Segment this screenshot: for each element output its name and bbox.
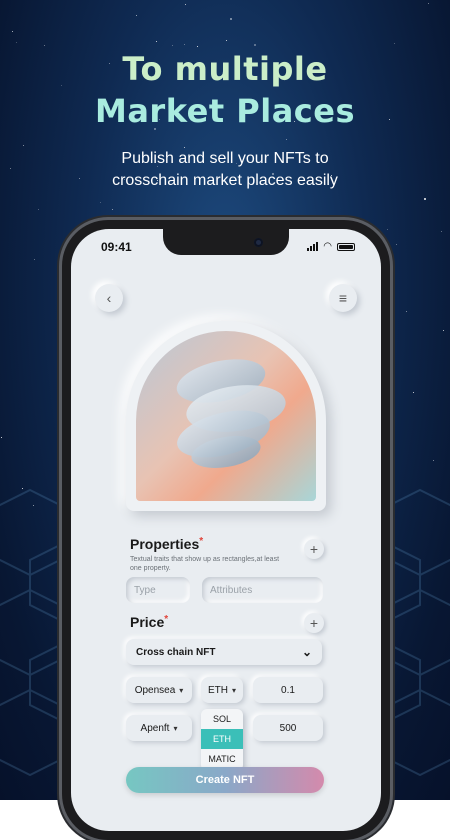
star xyxy=(184,44,185,45)
star xyxy=(172,45,173,46)
star xyxy=(197,46,198,47)
camera-icon xyxy=(254,238,263,247)
subtitle-line-1: Publish and sell your NFTs to xyxy=(121,150,329,167)
wifi-icon: ◠ xyxy=(323,241,332,252)
add-property-button[interactable]: + xyxy=(304,539,324,559)
plus-icon: + xyxy=(309,541,319,557)
star xyxy=(1,437,2,438)
back-button[interactable]: ‹ xyxy=(95,284,123,312)
property-type-input[interactable]: Type xyxy=(126,577,190,603)
currency-select-row-1[interactable]: ETH ▾ xyxy=(201,677,243,703)
star xyxy=(254,44,256,46)
star xyxy=(433,460,434,461)
caret-down-icon: ▾ xyxy=(231,685,236,695)
star xyxy=(112,209,113,210)
create-nft-button[interactable]: Create NFT xyxy=(126,767,324,793)
star xyxy=(428,3,429,4)
nft-artwork-frame[interactable] xyxy=(126,321,326,511)
property-attributes-input[interactable]: Attributes xyxy=(202,577,323,603)
currency-value: ETH xyxy=(207,684,228,696)
star xyxy=(230,18,232,20)
star xyxy=(23,145,24,146)
chevron-left-icon: ‹ xyxy=(106,290,112,306)
price-label: Price xyxy=(130,614,165,630)
chevron-down-icon: ⌄ xyxy=(301,645,312,659)
add-price-button[interactable]: + xyxy=(304,613,324,633)
subtitle: Publish and sell your NFTs to crosschain… xyxy=(0,148,450,192)
status-icons: ◠ xyxy=(307,241,355,252)
menu-icon: ≡ xyxy=(338,290,348,306)
phone-notch xyxy=(163,229,289,255)
currency-option-sol[interactable]: SOL xyxy=(201,709,243,729)
star xyxy=(286,139,287,140)
caret-down-icon: ▾ xyxy=(173,723,178,733)
caret-down-icon: ▾ xyxy=(179,685,184,695)
star xyxy=(413,392,414,393)
star xyxy=(387,229,388,230)
star xyxy=(44,45,45,46)
properties-hint: Textual traits that show up as rectangle… xyxy=(130,556,280,572)
amount-input-row-2[interactable]: 500 xyxy=(253,715,323,741)
star xyxy=(396,244,397,245)
market-value: Apenft xyxy=(140,722,170,734)
star xyxy=(100,202,101,203)
currency-option-eth[interactable]: ETH xyxy=(201,729,243,749)
headline-line-2: Market Places xyxy=(94,92,355,130)
star xyxy=(390,305,391,306)
subtitle-line-2: crosschain market places easily xyxy=(112,172,338,189)
star xyxy=(16,42,17,43)
currency-dropdown: SOL ETH MATIC xyxy=(201,709,243,771)
plus-icon: + xyxy=(309,615,319,631)
properties-title: Properties* xyxy=(130,536,203,552)
status-time: 09:41 xyxy=(101,240,132,254)
star xyxy=(406,311,407,312)
required-mark: * xyxy=(199,536,204,547)
star xyxy=(185,4,186,5)
star xyxy=(441,231,442,232)
star xyxy=(12,31,13,32)
properties-label: Properties xyxy=(130,536,200,552)
phone-mockup: 09:41 ◠ ‹ ≡ Properties* + Textual traits… xyxy=(62,220,390,840)
star xyxy=(38,209,39,210)
market-value: Opensea xyxy=(134,684,176,696)
star xyxy=(394,43,395,44)
price-mode-select[interactable]: Cross chain NFT ⌄ xyxy=(126,639,322,665)
star xyxy=(34,259,35,260)
star xyxy=(443,330,444,331)
required-mark: * xyxy=(164,614,169,625)
headline: To multiple Market Places xyxy=(0,48,450,132)
battery-icon xyxy=(337,242,355,251)
price-mode-value: Cross chain NFT xyxy=(136,646,216,658)
currency-option-matic[interactable]: MATIC xyxy=(201,749,243,769)
market-select-row-1[interactable]: Opensea ▾ xyxy=(126,677,192,703)
price-title: Price* xyxy=(130,614,168,630)
amount-input-row-1[interactable]: 0.1 xyxy=(253,677,323,703)
signal-icon xyxy=(307,242,319,251)
headline-line-1: To multiple xyxy=(122,50,328,88)
phone-screen: 09:41 ◠ ‹ ≡ Properties* + Textual traits… xyxy=(71,229,381,831)
menu-button[interactable]: ≡ xyxy=(329,284,357,312)
market-select-row-2[interactable]: Apenft ▾ xyxy=(126,715,192,741)
star xyxy=(424,198,426,200)
star xyxy=(136,15,137,16)
star xyxy=(226,40,227,41)
nft-artwork xyxy=(136,331,316,501)
star xyxy=(156,41,157,42)
